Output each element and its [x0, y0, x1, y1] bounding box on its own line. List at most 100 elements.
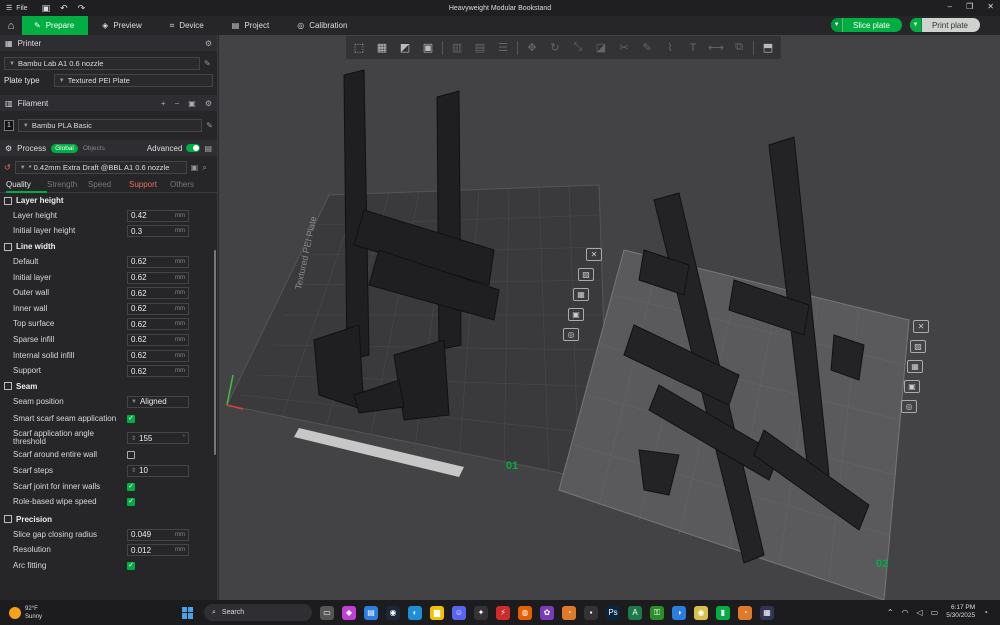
split-parts-icon[interactable]: ▤: [471, 40, 489, 56]
line-width-input[interactable]: 0.62 mm: [127, 287, 189, 300]
store-icon[interactable]: ▤: [364, 605, 378, 620]
assembly-icon[interactable]: ⧉: [730, 40, 748, 56]
line-width-input[interactable]: 0.62 mm: [127, 333, 189, 346]
redo-icon[interactable]: ↷: [78, 3, 86, 14]
support-paint-icon[interactable]: ✎: [638, 40, 656, 56]
file-explorer-icon[interactable]: ▆: [430, 605, 444, 620]
app-icon[interactable]: ⚡: [496, 605, 510, 620]
home-icon[interactable]: ⌂: [0, 16, 22, 35]
windows-start-icon[interactable]: [182, 606, 194, 619]
app-icon[interactable]: ◑: [672, 605, 686, 620]
notification-icon[interactable]: ◔: [983, 608, 988, 617]
scarf-angle-input[interactable]: ⇕ 155 °: [127, 432, 189, 445]
tab-others[interactable]: Others: [170, 180, 211, 189]
taskbar-search[interactable]: ⌕ Search: [204, 604, 312, 621]
save-preset-icon[interactable]: ▣: [191, 163, 199, 172]
firefox-icon[interactable]: ◍: [518, 605, 532, 620]
printer-settings-icon[interactable]: ⚙: [205, 39, 212, 48]
process-preset-select[interactable]: ▼ * 0.42mm Extra Draft @BBL A1 0.6 nozzle: [14, 161, 187, 174]
app-icon[interactable]: ◔: [738, 605, 752, 620]
clock[interactable]: 6:17 PM 5/30/2025: [946, 604, 975, 620]
chevron-down-icon[interactable]: ▼: [909, 18, 922, 32]
chrome-icon[interactable]: ◉: [694, 605, 708, 620]
tab-preview[interactable]: ◈ Preview: [88, 16, 156, 35]
scale-icon[interactable]: ⤡: [569, 40, 587, 56]
line-width-input[interactable]: 0.62 mm: [127, 349, 189, 362]
chevron-up-icon[interactable]: ⌃: [887, 608, 894, 617]
line-width-input[interactable]: 0.62 mm: [127, 365, 189, 378]
steam-icon[interactable]: ◉: [386, 605, 400, 620]
spinner-icon[interactable]: ⇕: [131, 435, 136, 442]
tab-device[interactable]: ⌗ Device: [156, 16, 218, 35]
filament-slot-number[interactable]: 1: [4, 120, 14, 131]
resolution-input[interactable]: 0.012 mm: [127, 544, 189, 557]
bambu-studio-icon[interactable]: ▮: [716, 605, 730, 620]
layer-height-input[interactable]: 0.42 mm: [127, 209, 189, 222]
app-icon[interactable]: ▪: [584, 605, 598, 620]
app-icon[interactable]: A: [628, 605, 642, 620]
arc-fitting-checkbox[interactable]: ✓: [127, 561, 135, 570]
3d-viewport[interactable]: Textured PEI Plate ⬚ ▦ ◩ ▣ ▥ ▤ ☰ ✥ ↻ ⤡ ◪…: [219, 35, 1000, 600]
plate-2-image-icon[interactable]: ▨: [910, 340, 926, 353]
plate-1-settings-icon[interactable]: ◎: [563, 328, 579, 341]
tab-strength[interactable]: Strength: [47, 180, 88, 189]
line-width-input[interactable]: 0.62 mm: [127, 255, 189, 268]
volume-icon[interactable]: ◁: [917, 608, 923, 617]
plate-1-arrange-icon[interactable]: ▦: [573, 288, 589, 301]
remove-filament-icon[interactable]: −: [175, 99, 180, 108]
line-width-input[interactable]: 0.62 mm: [127, 302, 189, 315]
smart-scarf-checkbox[interactable]: ✓: [127, 415, 135, 424]
plate-1-image-icon[interactable]: ▨: [578, 268, 594, 281]
advanced-toggle[interactable]: [186, 144, 201, 152]
slice-plate-button[interactable]: ▼ Slice plate: [831, 18, 902, 32]
add-filament-icon[interactable]: +: [161, 99, 166, 108]
lock-app-icon[interactable]: ⚿: [650, 605, 664, 620]
view-switch-icon[interactable]: ⬒: [759, 40, 777, 56]
copilot-icon[interactable]: ◆: [342, 605, 356, 620]
printer-preset-select[interactable]: ▼ Bambu Lab A1 0.6 nozzle: [4, 57, 200, 70]
measure-icon[interactable]: ⟷: [707, 40, 725, 56]
tools-icon[interactable]: ✦: [474, 605, 488, 620]
close-plate-2-icon[interactable]: ✕: [913, 320, 929, 333]
undo-icon[interactable]: ↶: [60, 3, 68, 14]
minimize-button[interactable]: –: [948, 2, 952, 11]
photoshop-icon[interactable]: Ps: [606, 605, 620, 620]
search-icon[interactable]: ⌕: [202, 163, 206, 173]
ams-icon[interactable]: ▣: [188, 99, 196, 108]
wifi-icon[interactable]: ◠: [902, 608, 909, 617]
cut-icon[interactable]: ✂: [615, 40, 633, 56]
close-plate-1-icon[interactable]: ✕: [586, 248, 602, 261]
chevron-down-icon[interactable]: ▼: [831, 18, 844, 32]
print-plate-button[interactable]: ▼ Print plate: [909, 18, 980, 32]
discord-icon[interactable]: ☺: [452, 605, 466, 620]
gap-closing-input[interactable]: 0.049 mm: [127, 528, 189, 541]
sidebar-scrollbar[interactable]: [214, 250, 216, 455]
tab-quality[interactable]: Quality: [6, 176, 47, 193]
save-icon[interactable]: ▣: [42, 3, 51, 14]
add-object-icon[interactable]: ⬚: [350, 40, 368, 56]
scarf-steps-input[interactable]: ⇕ 10: [127, 464, 189, 477]
scarf-entire-wall-checkbox[interactable]: [127, 451, 135, 460]
auto-orient-icon[interactable]: ◩: [396, 40, 414, 56]
grid-icon[interactable]: ▦: [373, 40, 391, 56]
global-toggle[interactable]: Global: [51, 143, 78, 153]
edge-icon[interactable]: ◐: [408, 605, 422, 620]
plate-type-select[interactable]: ▼ Textured PEI Plate: [53, 74, 213, 87]
filament-settings-icon[interactable]: ⚙: [205, 99, 212, 108]
seam-position-select[interactable]: ▼ Aligned: [127, 395, 189, 408]
edit-filament-icon[interactable]: ✎: [206, 121, 213, 130]
tab-support[interactable]: Support: [129, 180, 170, 189]
maximize-button[interactable]: ❐: [966, 2, 973, 11]
plate-2-lock-icon[interactable]: ▣: [904, 380, 920, 393]
weather-widget[interactable]: 92°F Sunny: [0, 605, 170, 621]
line-width-input[interactable]: 0.62 mm: [127, 271, 189, 284]
battery-icon[interactable]: ▭: [931, 608, 939, 617]
compare-icon[interactable]: ▤: [204, 144, 212, 153]
app-icon[interactable]: ✿: [540, 605, 554, 620]
tab-calibration[interactable]: ◎ Calibration: [283, 16, 361, 35]
initial-layer-height-input[interactable]: 0.3 mm: [127, 225, 189, 238]
objects-toggle[interactable]: Objects: [83, 145, 105, 152]
tab-prepare[interactable]: ✎ Prepare: [22, 16, 89, 35]
task-view-icon[interactable]: ▭: [320, 605, 334, 620]
reset-icon[interactable]: ↺: [4, 163, 11, 172]
